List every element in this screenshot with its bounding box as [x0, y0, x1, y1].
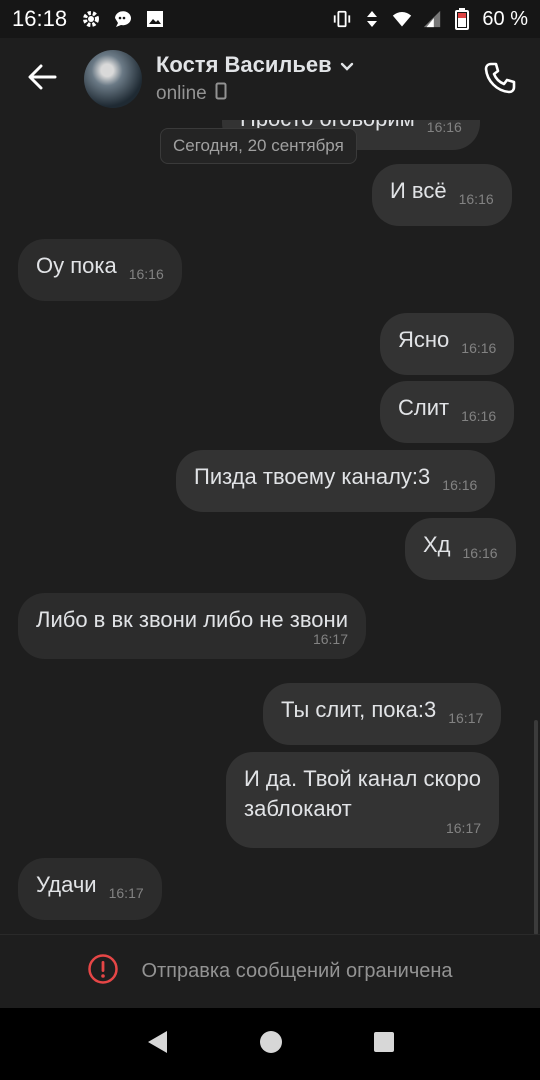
vibrate-icon: [332, 9, 352, 29]
status-time: 16:18: [12, 6, 68, 31]
status-bar: 16:18 60 %: [0, 0, 540, 38]
back-button[interactable]: [0, 38, 84, 120]
gear-icon: [81, 9, 101, 29]
message-bubble[interactable]: Оу пока 16:16: [18, 239, 182, 301]
message-bubble[interactable]: Слит 16:16: [380, 381, 515, 443]
message-bubble[interactable]: Хд 16:16: [405, 518, 516, 580]
chevron-down-icon: [340, 52, 354, 78]
call-button[interactable]: [478, 58, 522, 102]
date-separator: Сегодня, 20 сентября: [160, 128, 357, 164]
home-circle-icon[interactable]: [259, 1030, 283, 1059]
alert-circle-icon: [87, 953, 119, 991]
restriction-text: Отправка сообщений ограничена: [141, 960, 453, 982]
contact-name: Костя Васильев: [156, 52, 332, 77]
navigation-bar: [0, 1008, 540, 1080]
arrow-left-icon: [27, 64, 57, 95]
chat-header: Костя Васильев online: [0, 38, 540, 120]
message-bubble[interactable]: Пизда твоему каналу:3 16:16: [176, 450, 496, 512]
battery-percent: 60 %: [482, 7, 528, 30]
wifi-icon: [392, 9, 412, 29]
chat-bubble-icon: [113, 9, 133, 29]
scrollbar[interactable]: [534, 720, 538, 935]
phone-handset-icon: [483, 61, 517, 100]
phone-icon: [215, 82, 227, 106]
contact-status: online: [156, 83, 207, 104]
message-bubble[interactable]: И да. Твой канал скоро заблокают 16:17: [226, 752, 500, 848]
message-bubble[interactable]: И всё 16:16: [372, 164, 512, 226]
message-bubble[interactable]: Либо в вк звони либо не звони 16:17: [18, 593, 366, 659]
recents-square-icon[interactable]: [373, 1031, 395, 1058]
battery-icon: [452, 8, 472, 30]
data-arrows-icon: [362, 9, 382, 29]
message-bubble[interactable]: Удачи 16:17: [18, 858, 162, 920]
signal-icon: [422, 9, 442, 29]
avatar[interactable]: [84, 50, 142, 108]
messaging-restricted-notice: Отправка сообщений ограничена: [0, 934, 540, 1008]
image-icon: [145, 9, 165, 29]
message-bubble[interactable]: Ясно 16:16: [380, 313, 515, 375]
message-bubble[interactable]: Ты слит, пока:3 16:17: [263, 683, 502, 745]
back-triangle-icon[interactable]: [145, 1029, 169, 1060]
message-list[interactable]: Просто оговорим16:16 Сегодня, 20 сентябр…: [0, 120, 540, 934]
contact-info[interactable]: Костя Васильев online: [156, 52, 354, 106]
